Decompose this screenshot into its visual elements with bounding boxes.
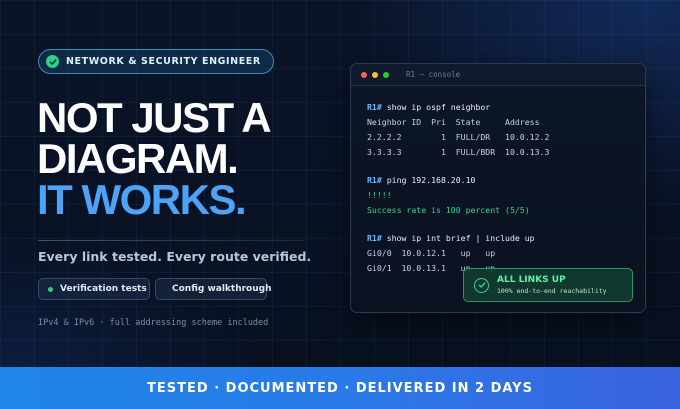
headline-line-3: IT WORKS.	[37, 176, 247, 223]
console-line: 3.3.3.3 1 FULL/BDR 10.0.13.3	[367, 147, 550, 157]
console-line: Success rate is 100 percent (5/5)	[367, 205, 530, 215]
chip-label: Config walkthrough	[172, 284, 272, 294]
console-spacer	[367, 218, 549, 231]
check-icon	[46, 55, 59, 68]
chip-verification-tests: Verification tests	[38, 278, 150, 300]
status-card: ALL LINKS UP 100% end-to-end reachabilit…	[463, 268, 633, 302]
headline: NOT JUST A DIAGRAM. IT WORKS.	[37, 94, 272, 223]
footnote: IPv4 & IPv6 · full addressing scheme inc…	[38, 318, 269, 328]
close-dot-icon	[361, 71, 367, 78]
minimize-dot-icon	[372, 71, 378, 78]
check-icon	[474, 277, 489, 293]
console-line: 2.2.2.2 1 FULL/DR 10.0.12.2	[367, 132, 550, 142]
footer-text: TESTED · DOCUMENTED · DELIVERED IN 2 DAY…	[147, 380, 533, 396]
status-title: ALL LINKS UP	[497, 275, 566, 285]
chip-dot-icon	[48, 286, 53, 292]
divider	[38, 240, 304, 241]
console-spacer	[367, 160, 549, 173]
console-line: R1# show ip int brief | include up	[367, 233, 535, 243]
status-subtitle: 100% end-to-end reachability	[497, 287, 607, 295]
chip-config-walkthrough: Config walkthrough	[155, 278, 272, 300]
console-line: !!!!!	[367, 190, 392, 200]
console-line: Gi0/0 10.0.12.1 up up	[367, 248, 496, 258]
console-title: R1 — console	[406, 70, 461, 79]
status-text: ALL LINKS UP 100% end-to-end reachabilit…	[497, 274, 607, 296]
console-line: Neighbor ID Pri State Address	[367, 117, 540, 127]
console-output: R1# show ip ospf neighbor Neighbor ID Pr…	[367, 100, 549, 276]
role-badge-label: NETWORK & SECURITY ENGINEER	[66, 56, 261, 67]
chip-label: Verification tests	[60, 284, 147, 294]
console-line: R1# show ip ospf neighbor	[367, 102, 491, 112]
tagline: Every link tested. Every route verified.	[38, 249, 312, 264]
headline-line-1: NOT JUST A	[37, 94, 272, 141]
headline-line-2: DIAGRAM.	[37, 135, 239, 182]
console-line: R1# ping 192.168.20.10	[367, 175, 476, 185]
maximize-dot-icon	[383, 71, 389, 78]
footer-banner: TESTED · DOCUMENTED · DELIVERED IN 2 DAY…	[0, 367, 680, 409]
role-badge: NETWORK & SECURITY ENGINEER	[38, 49, 274, 74]
console-titlebar: R1 — console	[351, 64, 645, 86]
